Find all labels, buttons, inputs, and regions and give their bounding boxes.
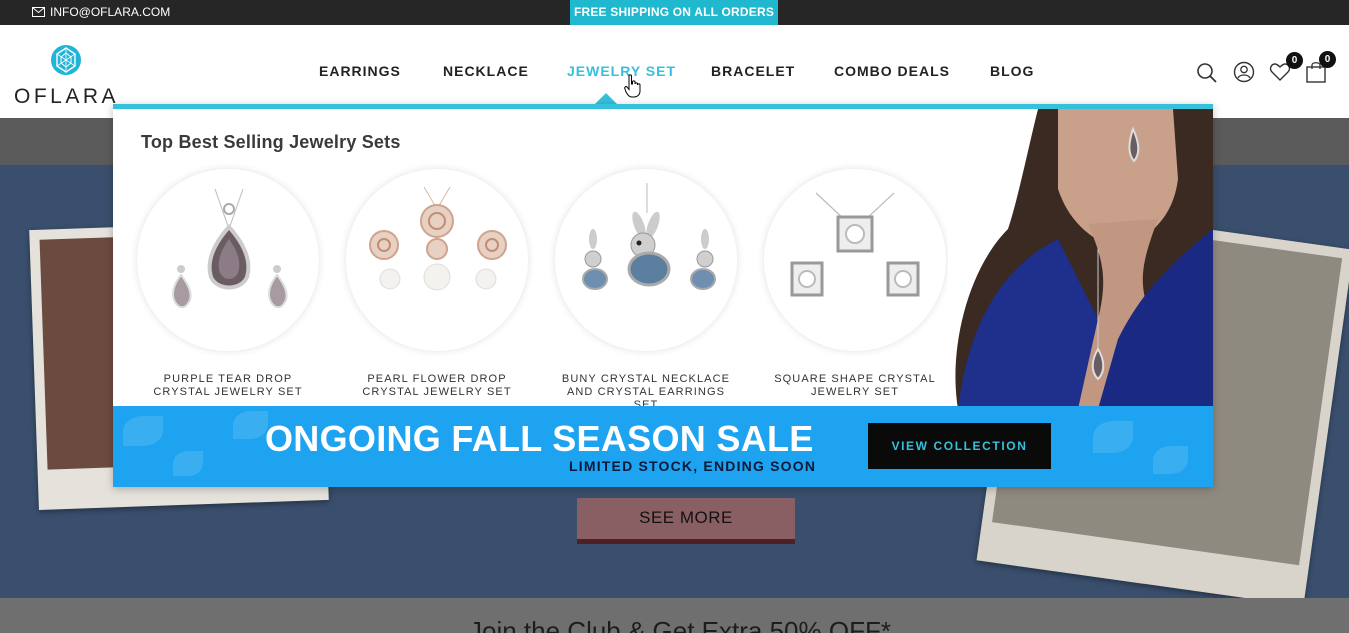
product-name[interactable]: PEARL FLOWER DROP CRYSTAL JEWELRY SET	[344, 373, 530, 399]
square-crystal-jewelry-image	[790, 192, 920, 297]
sale-title: ONGOING FALL SEASON SALE	[265, 418, 814, 459]
sale-banner: ONGOING FALL SEASON SALE LIMITED STOCK, …	[113, 406, 1213, 487]
top-bar: INFO@OFLARA.COM FREE SHIPPING ON ALL ORD…	[0, 0, 1349, 25]
cart-count-badge: 0	[1319, 51, 1336, 68]
nav-bracelet[interactable]: BRACELET	[711, 63, 795, 79]
free-shipping-banner[interactable]: FREE SHIPPING ON ALL ORDERS	[570, 0, 778, 25]
teardrop-jewelry-image	[172, 188, 288, 309]
wishlist-button[interactable]: 0	[1269, 52, 1303, 88]
hand-cursor-icon	[624, 74, 641, 98]
nav-jewelry-set[interactable]: JEWELRY SET	[567, 63, 676, 79]
cart-button[interactable]: 0	[1305, 51, 1336, 89]
main-nav: EARRINGS NECKLACE JEWELRY SET BRACELET C…	[0, 63, 1349, 83]
jewelry-set-mega-menu: Top Best Selling Jewelry Sets PURPLE TEA…	[113, 104, 1213, 487]
nav-blog[interactable]: BLOG	[990, 63, 1034, 79]
contact-email[interactable]: INFO@OFLARA.COM	[32, 5, 170, 19]
model-wearing-jewelry-image	[948, 109, 1213, 409]
sale-subtitle: LIMITED STOCK, ENDING SOON	[569, 458, 817, 474]
nav-combo-deals[interactable]: COMBO DEALS	[834, 63, 950, 79]
logo-text: OFLARA	[14, 85, 120, 108]
view-collection-button[interactable]: VIEW COLLECTION	[868, 423, 1051, 469]
product-image[interactable]	[555, 169, 737, 351]
product-image[interactable]	[137, 169, 319, 351]
wishlist-count-badge: 0	[1286, 52, 1303, 69]
envelope-icon	[32, 7, 45, 17]
nav-earrings[interactable]: EARRINGS	[319, 63, 401, 79]
pearl-flower-jewelry-image	[369, 186, 507, 291]
menu-caret	[595, 93, 617, 104]
header-icons: 0 0	[1196, 51, 1336, 89]
product-image[interactable]	[764, 169, 946, 351]
mega-menu-heading: Top Best Selling Jewelry Sets	[141, 132, 401, 152]
product-name[interactable]: SQUARE SHAPE CRYSTAL JEWELRY SET	[762, 373, 948, 399]
nav-necklace[interactable]: NECKLACE	[443, 63, 529, 79]
search-icon[interactable]	[1196, 62, 1218, 84]
product-name[interactable]: PURPLE TEAR DROP CRYSTAL JEWELRY SET	[135, 373, 321, 399]
see-more-button[interactable]: SEE MORE	[577, 498, 795, 544]
bunny-jewelry-image	[582, 183, 716, 290]
user-icon[interactable]	[1233, 61, 1255, 83]
product-image[interactable]	[346, 169, 528, 351]
email-text: INFO@OFLARA.COM	[50, 5, 171, 19]
club-signup-text: Join the Club & Get Extra 50% OFF*	[469, 616, 891, 633]
